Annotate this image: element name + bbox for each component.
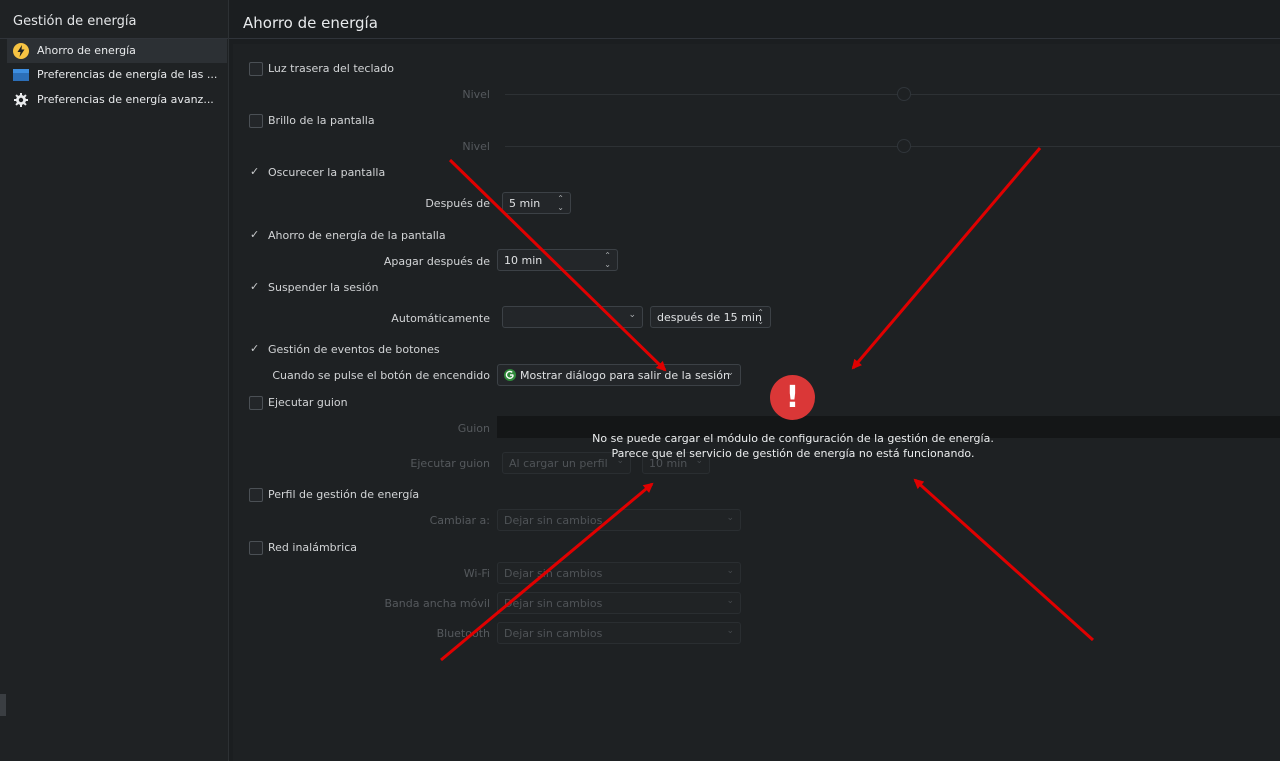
arrow-top-left [448, 158, 667, 372]
arrow-top-right [851, 147, 1042, 370]
annotation-arrows [440, 147, 1095, 662]
arrow-bottom-left [440, 482, 654, 662]
arrow-bottom-right [913, 478, 1095, 642]
